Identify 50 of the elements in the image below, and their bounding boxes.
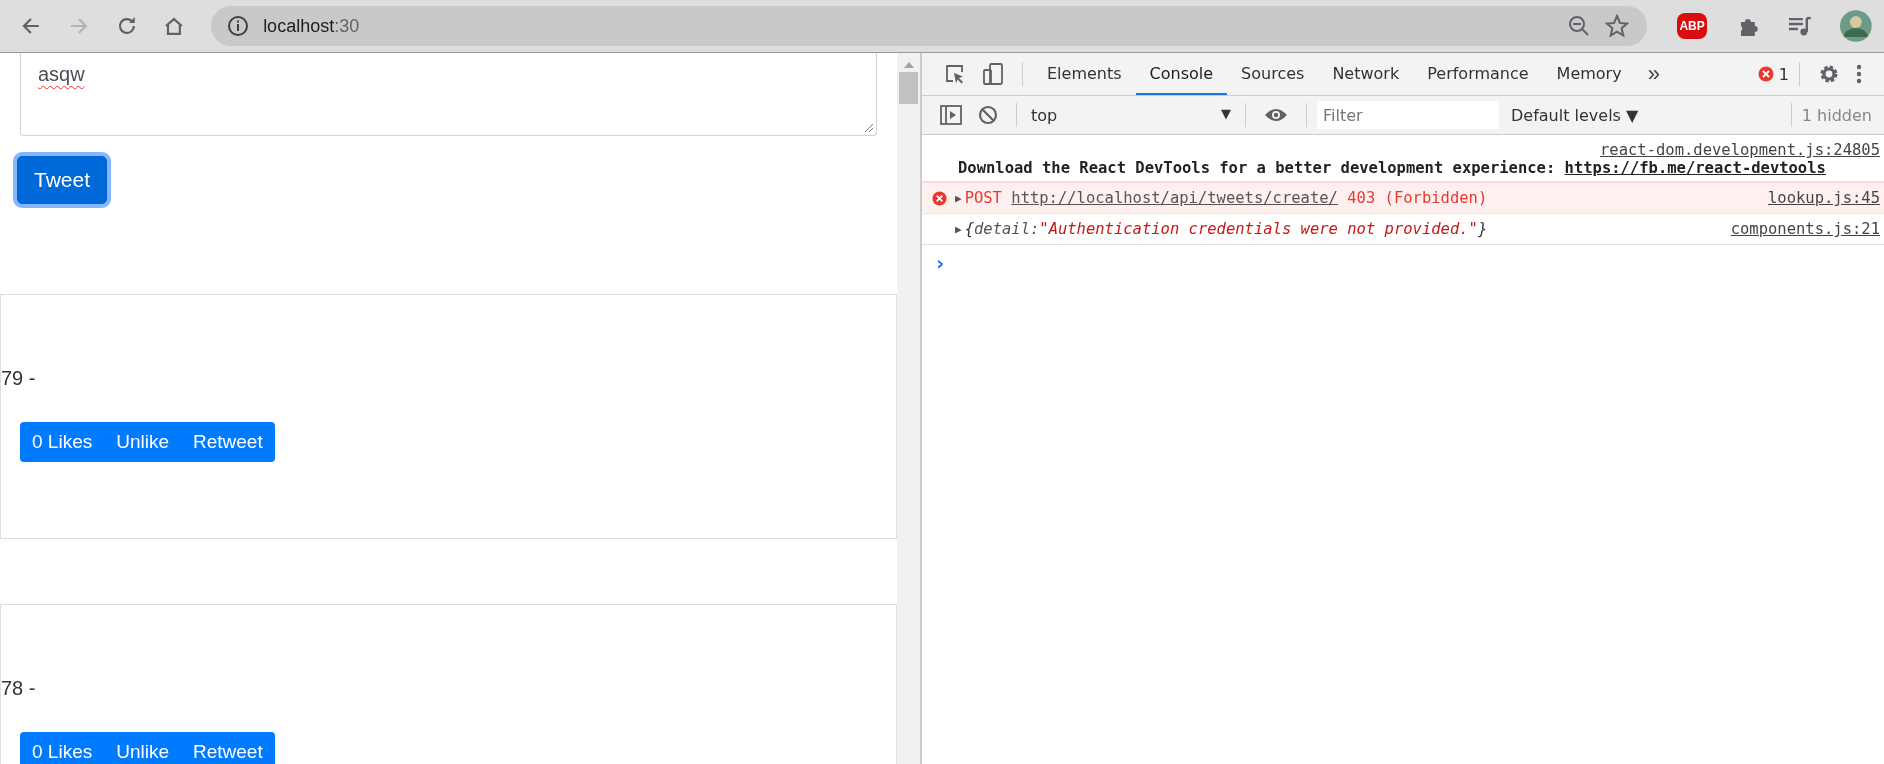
tweet-action-button[interactable]: Retweet [181,422,275,462]
sidebar-toggle-icon[interactable] [940,105,962,125]
tweet-action-button[interactable]: 0 Likes [20,422,105,462]
hidden-count: 1 hidden [1801,105,1872,125]
eye-icon[interactable] [1264,107,1288,123]
source-link[interactable]: components.js:21 [1730,220,1880,238]
avatar-icon[interactable] [1840,10,1872,42]
devtools-tab[interactable]: Network [1318,53,1414,95]
tweet-action-button[interactable]: Retweet [181,732,275,764]
tweet-text: 79 - [1,367,37,390]
tweet-text: 78 - [1,677,37,700]
expand-toggle[interactable]: ▶ [955,222,962,236]
console-prompt[interactable]: › [934,251,947,275]
scrollbar[interactable] [897,53,920,764]
source-link[interactable]: lookup.js:45 [1768,189,1880,207]
tweet-action-button[interactable]: Unlike [104,422,181,462]
address-bar[interactable]: localhost:30 [211,6,1648,46]
more-tabs-button[interactable]: » [1635,53,1672,95]
link[interactable]: http://localhost/api/tweets/create/ [1011,189,1338,207]
devtools-tab[interactable]: Sources [1227,53,1319,95]
info-icon[interactable] [227,15,250,37]
resize-handle-icon[interactable] [864,123,874,133]
adblock-extension-icon[interactable]: ABP [1677,13,1707,39]
log-levels-dropdown[interactable]: Default levels ▼ [1505,104,1645,126]
console-message: POST http://localhost/api/tweets/create/ 403 (Forbidden) [964,189,1488,207]
star-icon[interactable] [1605,14,1630,38]
error-icon[interactable] [1757,66,1774,82]
scrollbar-thumb[interactable] [899,72,918,104]
tweet-action-button[interactable]: Unlike [104,732,181,764]
devtools-tab[interactable]: Performance [1413,53,1543,95]
source-link[interactable]: react-dom.development.js:24805 [1600,141,1880,159]
link[interactable]: https://fb.me/react-devtools [1564,159,1826,177]
tweet-input-field[interactable]: asqw [20,53,877,136]
console-message: Download the React DevTools for a better development experience: https://fb.me/react-devtools [958,159,1826,177]
filter-field[interactable]: Filter [1317,101,1499,129]
expand-toggle[interactable]: ▶ [955,191,962,205]
device-toolbar-icon[interactable] [982,62,1004,86]
settings-icon[interactable] [1818,63,1840,85]
context-select[interactable]: top ▼ [1027,105,1235,125]
playlist-icon[interactable] [1786,14,1813,38]
devtools-tab[interactable]: Elements [1033,53,1136,95]
devtools-tab[interactable]: Memory [1542,53,1636,95]
console-message: {detail:"Authentication credentials were not provided."} [964,220,1488,238]
more-options-icon[interactable] [1856,63,1862,85]
tweet-action-button[interactable]: 0 Likes [20,732,105,764]
url-text: localhost:30 [263,15,360,37]
error-icon [932,190,947,206]
error-count[interactable]: 1 [1778,64,1789,84]
clear-console-icon[interactable] [978,105,998,125]
inspect-icon[interactable] [944,63,966,85]
